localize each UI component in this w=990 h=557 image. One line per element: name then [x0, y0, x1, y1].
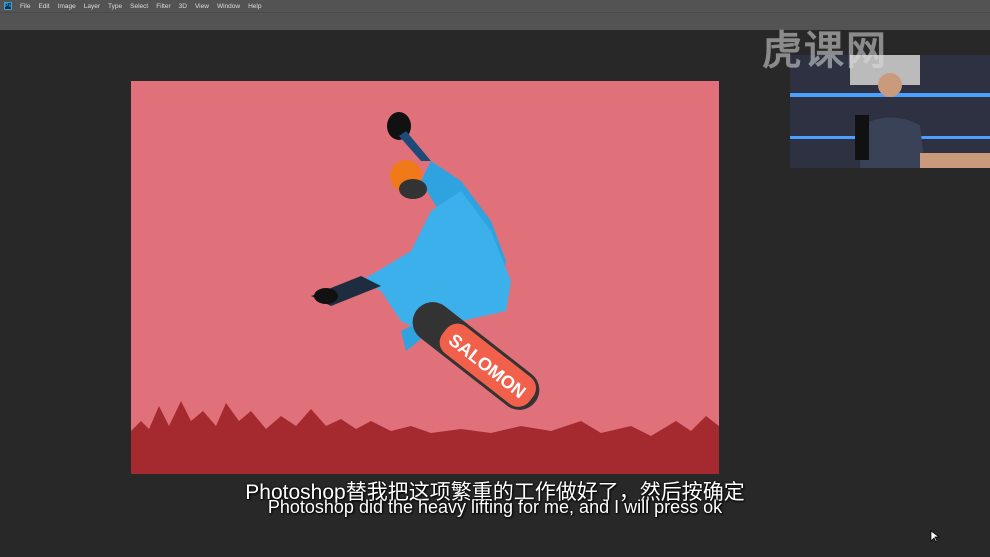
menu-help[interactable]: Help [248, 3, 261, 10]
menu-edit[interactable]: Edit [38, 3, 49, 10]
menu-window[interactable]: Window [217, 3, 240, 10]
menu-bar: Ps File Edit Image Layer Type Select Fil… [0, 0, 990, 12]
snowboarder-photo: SALOMON [131, 81, 719, 474]
photoshop-logo-icon[interactable]: Ps [4, 2, 12, 10]
menu-view[interactable]: View [195, 3, 209, 10]
mouse-cursor-icon [930, 530, 940, 543]
canvas-image[interactable]: SALOMON [131, 81, 719, 474]
menu-layer[interactable]: Layer [84, 3, 100, 10]
menu-file[interactable]: File [20, 3, 30, 10]
subtitle-english: Photoshop did the heavy lifting for me, … [267, 497, 723, 517]
watermark-logo: 虎课网 [762, 29, 888, 73]
menu-filter[interactable]: Filter [156, 3, 170, 10]
menu-type[interactable]: Type [108, 3, 122, 10]
menu-image[interactable]: Image [58, 3, 76, 10]
menu-select[interactable]: Select [130, 3, 148, 10]
menu-3d[interactable]: 3D [179, 3, 187, 10]
